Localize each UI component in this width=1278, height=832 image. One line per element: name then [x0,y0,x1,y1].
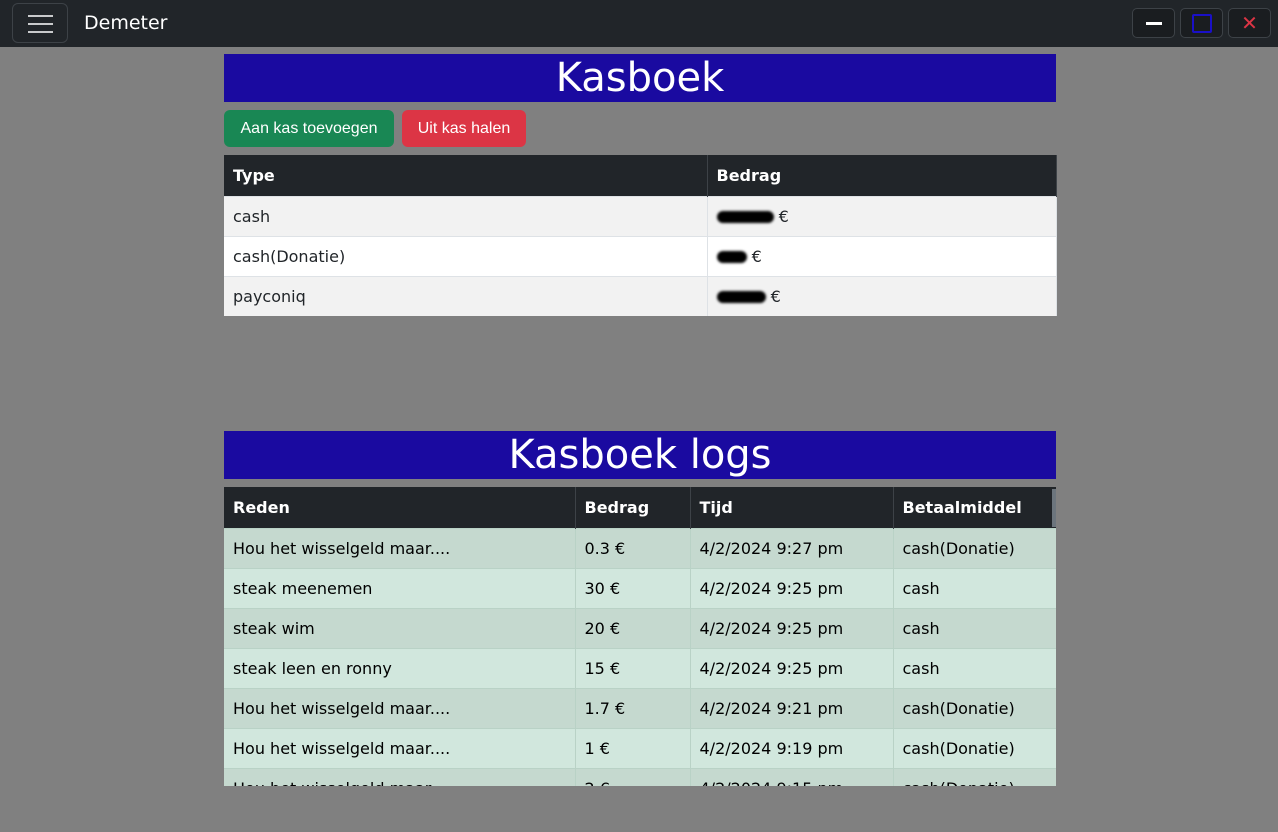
currency-label: € [751,246,762,266]
reason-cell: Hou het wisselgeld maar.... [224,527,576,568]
amount-cell: € [707,195,1057,236]
time-cell: 4/2/2024 9:15 pm [690,767,894,786]
time-cell: 4/2/2024 9:25 pm [690,607,894,648]
time-cell: 4/2/2024 9:21 pm [690,687,894,728]
reason-cell: steak meenemen [224,567,576,608]
payment-method-cell: cash(Donatie) [893,767,1056,786]
hamburger-icon-line [28,23,53,25]
column-header-reden: Reden [224,487,576,528]
logs-scroll-container[interactable]: Reden Bedrag Tijd Betaalmiddel Hou het w… [224,487,1056,786]
table-row: payconiq € [224,275,1057,316]
remove-from-register-button[interactable]: Uit kas halen [402,110,526,147]
add-to-register-button[interactable]: Aan kas toevoegen [224,110,394,147]
table-row: cash € [224,195,1057,236]
type-cell: cash [224,195,708,236]
hamburger-icon-line [28,15,53,17]
close-icon: ✕ [1241,11,1258,35]
table-row: steak meenemen 30 € 4/2/2024 9:25 pm cas… [224,567,1056,608]
title-bar: Demeter ✕ [0,0,1278,47]
payment-method-cell: cash [893,647,1056,688]
payment-method-cell: cash(Donatie) [893,527,1056,568]
column-header-betaalmiddel: Betaalmiddel [893,487,1056,528]
menu-button[interactable] [12,3,68,43]
table-row: Hou het wisselgeld maar.... 1 € 4/2/2024… [224,727,1056,768]
type-cell: payconiq [224,275,708,316]
amount-cell: 15 € [575,647,691,688]
reason-cell: steak leen en ronny [224,647,576,688]
time-cell: 4/2/2024 9:27 pm [690,527,894,568]
app-title: Demeter [84,12,168,34]
table-row: steak wim 20 € 4/2/2024 9:25 pm cash [224,607,1056,648]
amount-cell: € [707,235,1057,276]
amount-cell: 0.3 € [575,527,691,568]
logs-scrollbar[interactable] [1052,489,1056,527]
redacted-value [716,251,747,263]
kasboek-table: Type Bedrag cash € cash(Donatie) € payco… [224,155,1057,316]
payment-method-cell: cash(Donatie) [893,727,1056,768]
column-header-tijd: Tijd [690,487,894,528]
reason-cell: steak wim [224,607,576,648]
minimize-button[interactable] [1132,8,1175,38]
redacted-value [716,211,774,223]
maximize-icon [1192,14,1212,33]
column-header-bedrag: Bedrag [707,155,1057,196]
column-header-type: Type [224,155,708,196]
time-cell: 4/2/2024 9:25 pm [690,567,894,608]
table-row: cash(Donatie) € [224,235,1057,276]
table-row: Hou het wisselgeld maar.... 1.7 € 4/2/20… [224,687,1056,728]
reason-cell: Hou het wisselgeld maar.... [224,767,576,786]
type-cell: cash(Donatie) [224,235,708,276]
amount-cell: € [707,275,1057,316]
table-header-row: Reden Bedrag Tijd Betaalmiddel [224,487,1056,528]
payment-method-cell: cash(Donatie) [893,687,1056,728]
table-header-row: Type Bedrag [224,155,1057,196]
table-row: steak leen en ronny 15 € 4/2/2024 9:25 p… [224,647,1056,688]
amount-cell: 30 € [575,567,691,608]
amount-cell: 2 € [575,767,691,786]
table-row: Hou het wisselgeld maar.... 0.3 € 4/2/20… [224,527,1056,568]
close-button[interactable]: ✕ [1228,8,1271,38]
amount-cell: 1.7 € [575,687,691,728]
amount-cell: 1 € [575,727,691,768]
reason-cell: Hou het wisselgeld maar.... [224,727,576,768]
reason-cell: Hou het wisselgeld maar.... [224,687,576,728]
kasboek-logs-title: Kasboek logs [224,431,1056,479]
amount-cell: 20 € [575,607,691,648]
maximize-button[interactable] [1180,8,1223,38]
kasboek-title: Kasboek [224,54,1056,102]
currency-label: € [778,206,789,226]
payment-method-cell: cash [893,567,1056,608]
currency-label: € [770,286,781,306]
time-cell: 4/2/2024 9:25 pm [690,647,894,688]
column-header-bedrag: Bedrag [575,487,691,528]
payment-method-cell: cash [893,607,1056,648]
minimize-icon [1146,22,1162,25]
logs-table: Reden Bedrag Tijd Betaalmiddel Hou het w… [224,487,1056,786]
hamburger-icon-line [28,31,53,33]
table-row: Hou het wisselgeld maar.... 2 € 4/2/2024… [224,767,1056,786]
time-cell: 4/2/2024 9:19 pm [690,727,894,768]
redacted-value [716,291,766,304]
